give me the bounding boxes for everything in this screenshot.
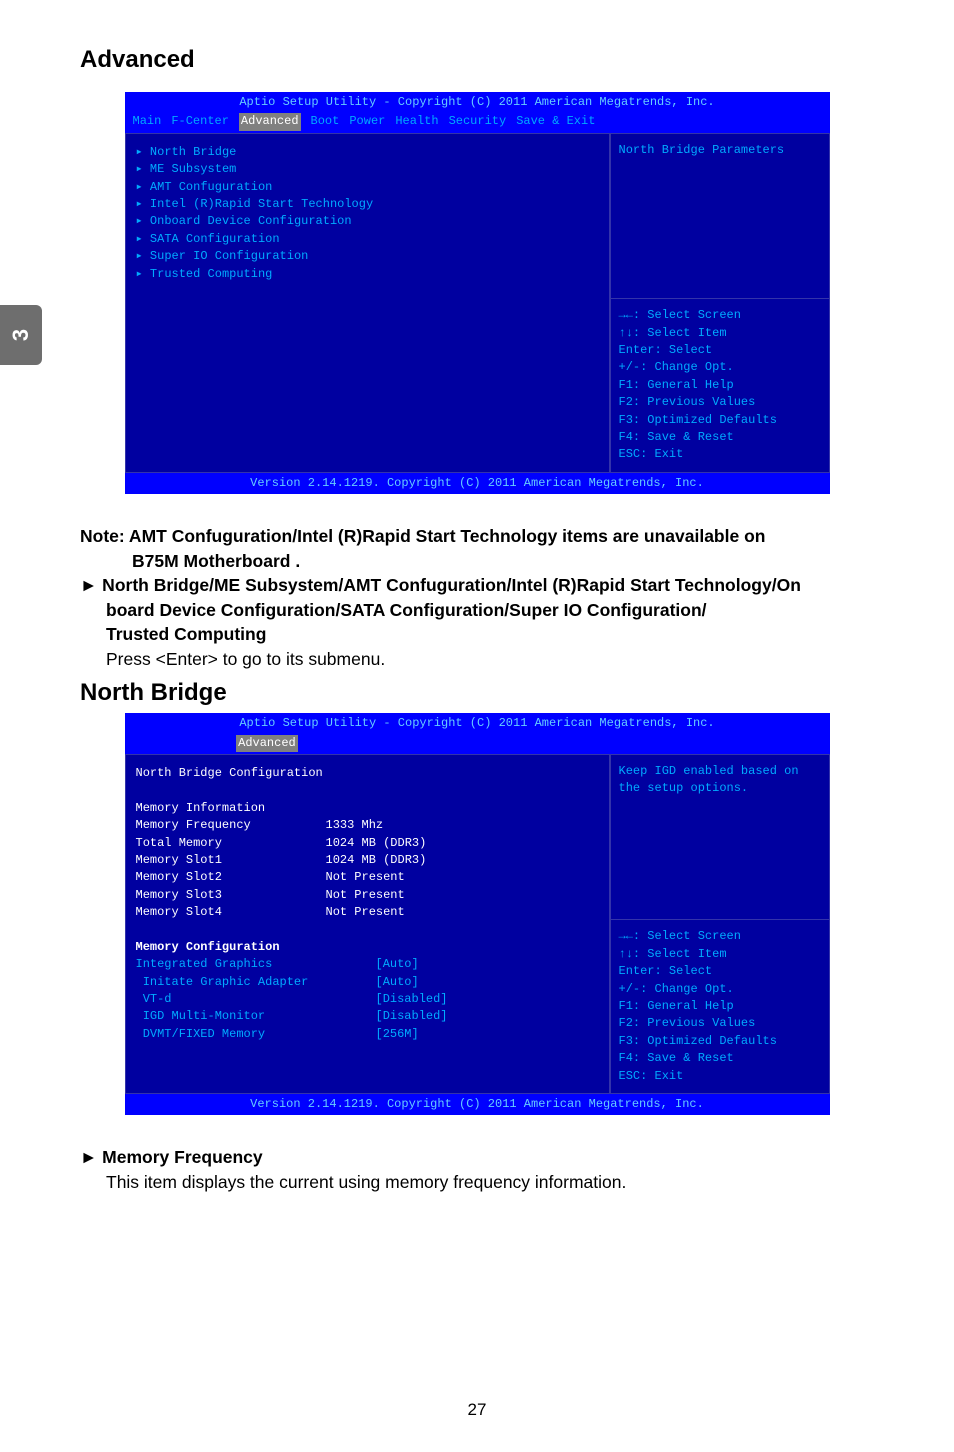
bios-subheader: Memory Configuration: [136, 939, 599, 956]
note-line: B75M Motherboard .: [80, 549, 874, 574]
bios-info-row: Memory Frequency1333 Mhz: [136, 817, 599, 834]
bios-info-row: Memory Slot4Not Present: [136, 904, 599, 921]
section-heading-north-bridge: North Bridge: [80, 679, 874, 707]
page-number: 27: [0, 1400, 954, 1420]
help-line: →←: Select Screen: [619, 928, 821, 945]
bios-tab-row: Main F-Center Advanced Boot Power Health…: [125, 111, 830, 132]
bios-tab: Main: [133, 113, 162, 130]
bios-menu-item: ▸ SATA Configuration: [136, 231, 599, 248]
bios-info-row: Total Memory1024 MB (DDR3): [136, 835, 599, 852]
bios-menu-item: ▸ AMT Confuguration: [136, 179, 599, 196]
bios-setting-row: VT-d[Disabled]: [136, 991, 599, 1008]
bios-screenshot-advanced: Aptio Setup Utility - Copyright (C) 2011…: [125, 92, 830, 494]
help-line: ESC: Exit: [619, 1068, 821, 1085]
help-line: F1: General Help: [619, 377, 821, 394]
bios-left-panel: North Bridge Configuration Memory Inform…: [125, 754, 610, 1094]
help-line: F4: Save & Reset: [619, 1050, 821, 1067]
help-line: F1: General Help: [619, 998, 821, 1015]
bios-footer: Version 2.14.1219. Copyright (C) 2011 Am…: [125, 1094, 830, 1115]
note-line: Note: AMT Confuguration/Intel (R)Rapid S…: [80, 524, 874, 549]
bios-menu-item: ▸ Intel (R)Rapid Start Technology: [136, 196, 599, 213]
bios-help-text: North Bridge Parameters: [611, 134, 829, 299]
bios-title: Aptio Setup Utility - Copyright (C) 2011…: [125, 713, 830, 732]
note-line: ► North Bridge/ME Subsystem/AMT Confugur…: [80, 573, 874, 598]
item-heading: ► Memory Frequency: [80, 1145, 874, 1170]
bios-info-row: Memory Slot11024 MB (DDR3): [136, 852, 599, 869]
chapter-tab-label: 3: [8, 329, 34, 341]
section-heading-advanced: Advanced: [80, 46, 874, 74]
bios-menu-item: ▸ Super IO Configuration: [136, 248, 599, 265]
help-line: F3: Optimized Defaults: [619, 412, 821, 429]
bios-tab: Boot: [311, 113, 340, 130]
help-line: →←: Select Screen: [619, 307, 821, 324]
help-line: F4: Save & Reset: [619, 429, 821, 446]
help-line: F2: Previous Values: [619, 394, 821, 411]
bios-tab-active: Advanced: [239, 113, 301, 130]
help-line: Enter: Select: [619, 963, 821, 980]
bios-setting-row: DVMT/FIXED Memory[256M]: [136, 1026, 599, 1043]
bios-setting-row: Integrated Graphics[Auto]: [136, 956, 599, 973]
note-body: Press <Enter> to go to its submenu.: [80, 647, 874, 672]
bios-menu-item: ▸ ME Subsystem: [136, 161, 599, 178]
bios-info-row: Memory Slot2Not Present: [136, 869, 599, 886]
help-line: F2: Previous Values: [619, 1015, 821, 1032]
bios-tab: Power: [349, 113, 385, 130]
bios-footer: Version 2.14.1219. Copyright (C) 2011 Am…: [125, 473, 830, 494]
bios-setting-row: IGD Multi-Monitor[Disabled]: [136, 1008, 599, 1025]
bios-subheader: Memory Information: [136, 800, 599, 817]
bios-left-panel: ▸ North Bridge ▸ ME Subsystem ▸ AMT Conf…: [125, 133, 610, 473]
help-line: ↑↓: Select Item: [619, 946, 821, 963]
bios-help-text: Keep IGD enabled based on the setup opti…: [611, 755, 829, 920]
chapter-tab: 3: [0, 305, 42, 365]
bios-key-help: →←: Select Screen ↑↓: Select Item Enter:…: [611, 299, 829, 472]
bios-title: Aptio Setup Utility - Copyright (C) 2011…: [125, 92, 830, 111]
help-line: +/-: Change Opt.: [619, 359, 821, 376]
bios-tab-row: Main F-Center Advanced: [125, 733, 830, 754]
bios-menu-item: ▸ North Bridge: [136, 144, 599, 161]
help-line: F3: Optimized Defaults: [619, 1033, 821, 1050]
bios-tab: F-Center: [171, 113, 229, 130]
bios-key-help: →←: Select Screen ↑↓: Select Item Enter:…: [611, 920, 829, 1093]
bios-screenshot-north-bridge: Aptio Setup Utility - Copyright (C) 2011…: [125, 713, 830, 1115]
help-line: +/-: Change Opt.: [619, 981, 821, 998]
note-line: Trusted Computing: [80, 622, 874, 647]
bios-tab: Health: [395, 113, 438, 130]
bios-setting-row: Initate Graphic Adapter[Auto]: [136, 974, 599, 991]
bios-subheader: North Bridge Configuration: [136, 765, 599, 782]
note-line: board Device Configuration/SATA Configur…: [80, 598, 874, 623]
item-body: This item displays the current using mem…: [80, 1170, 874, 1195]
bios-info-row: Memory Slot3Not Present: [136, 887, 599, 904]
bios-menu-item: ▸ Trusted Computing: [136, 266, 599, 283]
bios-menu-item: ▸ Onboard Device Configuration: [136, 213, 599, 230]
bios-tab: Save & Exit: [516, 113, 595, 130]
help-line: Enter: Select: [619, 342, 821, 359]
help-line: ESC: Exit: [619, 446, 821, 463]
bios-tab-active: Advanced: [236, 735, 298, 752]
bios-tab: Security: [449, 113, 507, 130]
help-line: ↑↓: Select Item: [619, 325, 821, 342]
